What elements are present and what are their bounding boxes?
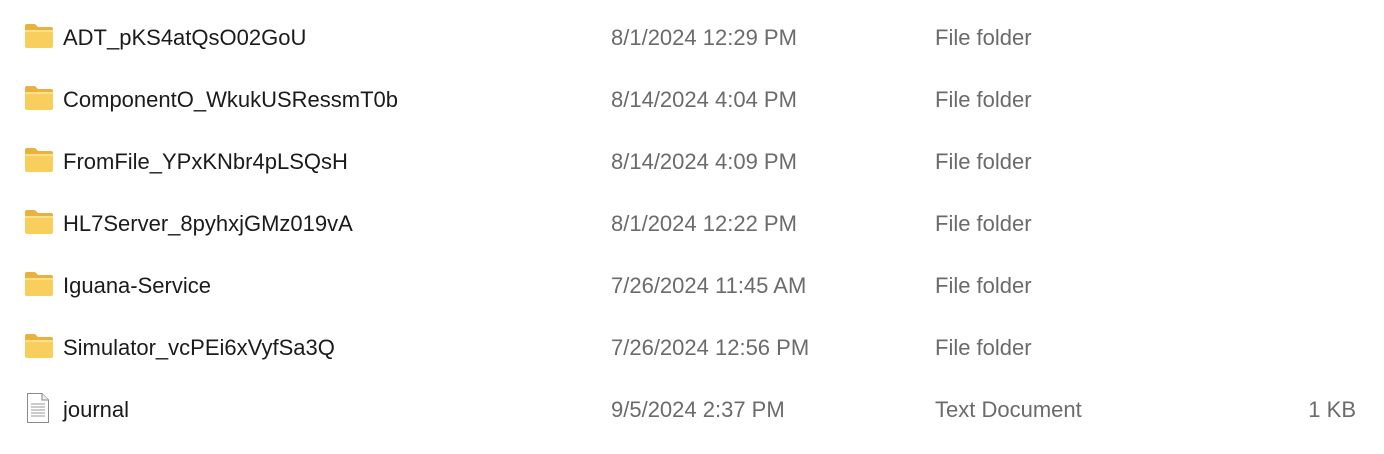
file-name: HL7Server_8pyhxjGMz019vA <box>63 211 353 236</box>
folder-icon <box>24 147 54 173</box>
file-type: Text Document <box>935 397 1082 422</box>
file-row[interactable]: FromFile_YPxKNbr4pLSQsH 8/14/2024 4:09 P… <box>0 131 1384 193</box>
file-type: File folder <box>935 25 1032 50</box>
file-type: File folder <box>935 211 1032 236</box>
text-document-icon <box>26 392 50 424</box>
folder-icon <box>24 209 54 235</box>
folder-icon <box>24 85 54 111</box>
file-list: ADT_pKS4atQsO02GoU 8/1/2024 12:29 PM Fil… <box>0 0 1384 454</box>
folder-icon <box>24 333 54 359</box>
file-name: journal <box>63 397 130 422</box>
file-row[interactable]: HL7Server_8pyhxjGMz019vA 8/1/2024 12:22 … <box>0 193 1384 255</box>
file-name: FromFile_YPxKNbr4pLSQsH <box>63 149 348 174</box>
file-type: File folder <box>935 149 1032 174</box>
file-name: Iguana-Service <box>63 273 211 298</box>
file-name: Simulator_vcPEi6xVyfSa3Q <box>63 335 335 360</box>
file-type: File folder <box>935 87 1032 112</box>
file-row[interactable]: Simulator_vcPEi6xVyfSa3Q 7/26/2024 12:56… <box>0 317 1384 379</box>
date-modified: 8/1/2024 12:22 PM <box>611 211 797 236</box>
file-row[interactable]: ADT_pKS4atQsO02GoU 8/1/2024 12:29 PM Fil… <box>0 7 1384 69</box>
folder-icon <box>24 23 54 49</box>
file-row[interactable]: journal 9/5/2024 2:37 PM Text Document 1… <box>0 379 1384 441</box>
date-modified: 8/1/2024 12:29 PM <box>611 25 797 50</box>
file-type: File folder <box>935 335 1032 360</box>
file-row[interactable]: ComponentO_WkukUSRessmT0b 8/14/2024 4:04… <box>0 69 1384 131</box>
file-name: ADT_pKS4atQsO02GoU <box>63 25 307 50</box>
date-modified: 9/5/2024 2:37 PM <box>611 397 785 422</box>
date-modified: 7/26/2024 11:45 AM <box>611 273 807 298</box>
file-row[interactable]: Iguana-Service 7/26/2024 11:45 AM File f… <box>0 255 1384 317</box>
file-name: ComponentO_WkukUSRessmT0b <box>63 87 399 112</box>
folder-icon <box>24 271 54 297</box>
file-size: 1 KB <box>1308 397 1356 422</box>
date-modified: 8/14/2024 4:09 PM <box>611 149 797 174</box>
date-modified: 7/26/2024 12:56 PM <box>611 335 810 360</box>
file-type: File folder <box>935 273 1032 298</box>
date-modified: 8/14/2024 4:04 PM <box>611 87 797 112</box>
